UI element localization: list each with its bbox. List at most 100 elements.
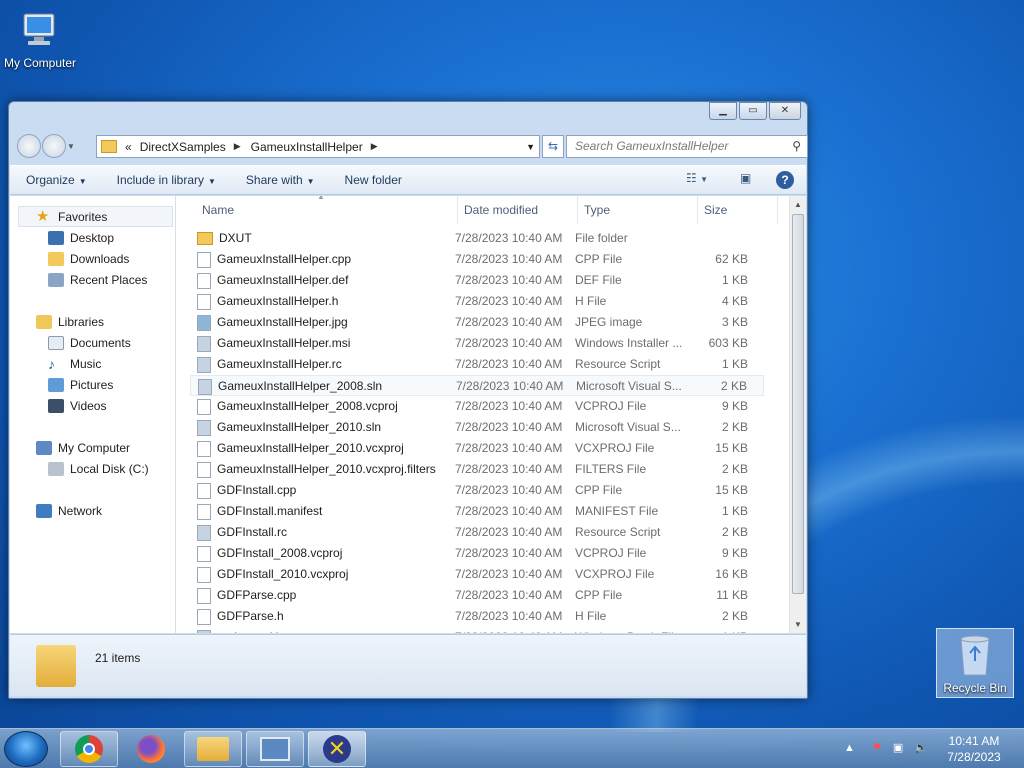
file-size: 2 KB	[721, 420, 748, 434]
table-row[interactable]: GDFParse.cpp 7/28/2023 10:40 AM CPP File 11…	[190, 585, 764, 606]
organize-label: Organize	[26, 173, 75, 187]
recent-places-icon	[48, 272, 64, 287]
back-button[interactable]	[17, 134, 41, 158]
chevron-right-icon[interactable]: ▶	[371, 141, 378, 152]
volume-muted-icon[interactable]: 🔈	[914, 742, 928, 754]
table-row[interactable]: GameuxInstallHelper_2008.vcproj 7/28/2023…	[190, 396, 764, 417]
preview-pane-icon[interactable]: ▣	[740, 171, 751, 191]
table-row[interactable]: DXUT 7/28/2023 10:40 AM File folder	[190, 228, 764, 249]
scroll-thumb[interactable]	[792, 214, 804, 594]
start-button[interactable]	[4, 731, 48, 767]
nav-videos[interactable]: Videos	[10, 395, 175, 416]
action-center-icon[interactable]: ⚑	[872, 742, 882, 754]
nav-pictures[interactable]: Pictures	[10, 374, 175, 395]
organize-button[interactable]: Organize ▼	[26, 173, 87, 187]
nav-music[interactable]: ♪ Music	[10, 353, 175, 374]
nav-videos-label: Videos	[70, 398, 107, 413]
breadcrumb-directxsamples[interactable]: DirectXSamples	[140, 140, 226, 154]
taskbar-app-button[interactable]: ✕	[308, 731, 366, 767]
nav-network-label: Network	[58, 503, 103, 518]
command-bar: Organize ▼ Include in library ▼ Share with…	[10, 165, 806, 195]
nav-desktop[interactable]: Desktop	[10, 227, 175, 248]
table-row[interactable]: GDFParse.h 7/28/2023 10:40 AM H File 2 KB	[190, 606, 764, 627]
navigation-pane: ★ Favorites Desktop Downloads Recent Plac…	[10, 196, 176, 633]
table-row[interactable]: GameuxInstallHelper.msi 7/28/2023 10:40 A…	[190, 333, 764, 354]
file-name-text: updatemsi.bat	[217, 627, 292, 633]
table-row[interactable]: GameuxInstallHelper.cpp 7/28/2023 10:40 A…	[190, 249, 764, 270]
address-bar[interactable]: « DirectXSamples ▶ GameuxInstallHelper ▶…	[96, 135, 540, 158]
file-name: GameuxInstallHelper.h	[197, 291, 338, 312]
column-type[interactable]: Type	[578, 196, 698, 224]
help-icon[interactable]: ?	[776, 171, 794, 189]
file-date: 7/28/2023 10:40 AM	[455, 483, 563, 497]
music-icon: ♪	[48, 355, 55, 372]
nav-favorites[interactable]: ★ Favorites	[18, 206, 173, 227]
breadcrumb-gameuxinstallhelper[interactable]: GameuxInstallHelper	[251, 140, 363, 154]
table-row[interactable]: GameuxInstallHelper.h 7/28/2023 10:40 AM H…	[190, 291, 764, 312]
file-icon	[197, 461, 211, 478]
table-row[interactable]: GDFInstall.manifest 7/28/2023 10:40 AM MAN…	[190, 501, 764, 522]
nav-network[interactable]: Network	[10, 500, 175, 521]
maximize-button[interactable]: ▭	[739, 102, 767, 120]
close-button[interactable]: ✕	[769, 102, 801, 120]
table-row[interactable]: GameuxInstallHelper_2010.vcxproj.filters…	[190, 459, 764, 480]
nav-my-computer[interactable]: My Computer	[10, 437, 175, 458]
show-hidden-icons-icon[interactable]: ▲	[844, 742, 855, 754]
refresh-button[interactable]: ⇆	[542, 135, 564, 158]
table-row[interactable]: GDFInstall.cpp 7/28/2023 10:40 AM CPP File…	[190, 480, 764, 501]
table-row[interactable]: updatemsi.bat 7/28/2023 10:40 AM Windows B…	[190, 627, 764, 633]
nav-local-disk-label: Local Disk (C:)	[70, 461, 149, 476]
table-row[interactable]: GameuxInstallHelper.rc 7/28/2023 10:40 AM…	[190, 354, 764, 375]
table-row[interactable]: GDFInstall.rc 7/28/2023 10:40 AM Resource …	[190, 522, 764, 543]
file-size: 1 KB	[721, 273, 748, 287]
forward-button[interactable]	[42, 134, 66, 158]
new-folder-button[interactable]: New folder	[345, 173, 402, 187]
my-computer-desktop-icon[interactable]: My Computer	[0, 8, 80, 70]
file-size: 9 KB	[721, 399, 748, 413]
file-type: File folder	[575, 231, 628, 245]
search-icon[interactable]: ⚲	[792, 136, 801, 157]
chevron-right-icon[interactable]: ▶	[234, 141, 241, 152]
network-status-icon[interactable]: ▣	[893, 742, 903, 754]
include-in-library-button[interactable]: Include in library ▼	[117, 173, 216, 187]
table-row[interactable]: GameuxInstallHelper_2010.vcxproj 7/28/202…	[190, 438, 764, 459]
nav-documents[interactable]: Documents	[10, 332, 175, 353]
taskbar-chrome-button[interactable]	[60, 731, 118, 767]
breadcrumb-overflow[interactable]: «	[125, 140, 132, 154]
nav-downloads[interactable]: Downloads	[10, 248, 175, 269]
local-disk-icon	[48, 461, 64, 476]
column-headers: ▲ Name Date modified Type Size	[177, 196, 806, 224]
table-row[interactable]: GDFInstall_2008.vcproj 7/28/2023 10:40 AM…	[190, 543, 764, 564]
nav-recent-places[interactable]: Recent Places	[10, 269, 175, 290]
nav-libraries[interactable]: Libraries	[10, 311, 175, 332]
scroll-up-icon[interactable]: ▲	[794, 200, 802, 209]
taskbar-firefox-button[interactable]	[122, 731, 180, 767]
view-options-icon[interactable]: ☷ ▼	[686, 171, 708, 191]
scroll-down-icon[interactable]: ▼	[794, 620, 802, 629]
share-with-button[interactable]: Share with ▼	[246, 173, 315, 187]
address-dropdown-icon[interactable]: ▼	[526, 142, 535, 152]
nav-local-disk[interactable]: Local Disk (C:)	[10, 458, 175, 479]
clock[interactable]: 10:41 AM 7/28/2023	[940, 733, 1008, 765]
minimize-button[interactable]: ▁	[709, 102, 737, 120]
refresh-icon: ⇆	[547, 139, 559, 153]
table-row[interactable]: GDFInstall_2010.vcxproj 7/28/2023 10:40 A…	[190, 564, 764, 585]
column-date-modified[interactable]: Date modified	[458, 196, 578, 224]
recent-pages-chevron-icon[interactable]: ▼	[67, 142, 77, 151]
file-name-text: GDFParse.cpp	[217, 588, 297, 602]
table-row[interactable]: GameuxInstallHelper_2010.sln 7/28/2023 10…	[190, 417, 764, 438]
taskbar-explorer-button[interactable]	[184, 731, 242, 767]
column-name[interactable]: Name	[196, 196, 458, 224]
search-input[interactable]: Search GameuxInstallHelper ⚲	[566, 135, 808, 158]
file-name-text: GameuxInstallHelper.def	[217, 273, 349, 287]
file-name: GameuxInstallHelper_2010.vcxproj.filters	[197, 459, 436, 480]
vertical-scrollbar[interactable]: ▲ ▼	[789, 196, 806, 633]
navigation-bar: ▼ « DirectXSamples ▶ GameuxInstallHelper…	[17, 132, 808, 160]
file-name: GameuxInstallHelper_2010.sln	[197, 417, 381, 438]
recycle-bin-desktop-icon[interactable]: Recycle Bin	[936, 628, 1014, 698]
table-row[interactable]: GameuxInstallHelper_2008.sln 7/28/2023 10…	[190, 375, 764, 396]
column-size[interactable]: Size	[698, 196, 778, 224]
table-row[interactable]: GameuxInstallHelper.def 7/28/2023 10:40 A…	[190, 270, 764, 291]
taskbar-control-panel-button[interactable]	[246, 731, 304, 767]
table-row[interactable]: GameuxInstallHelper.jpg 7/28/2023 10:40 A…	[190, 312, 764, 333]
